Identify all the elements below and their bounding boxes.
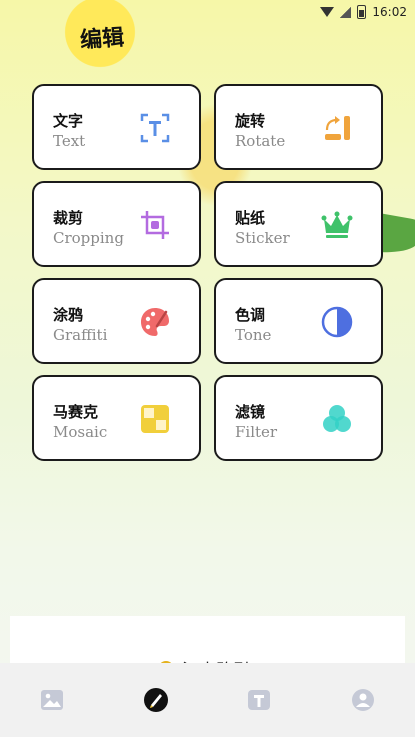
tool-label-en: Text [53,132,86,150]
tool-card-filter[interactable]: 滤镜 Filter [214,375,383,461]
tool-card-tone[interactable]: 色调 Tone [214,278,383,364]
tool-label-en: Mosaic [53,423,108,441]
tool-label-en: Sticker [235,229,290,247]
tool-label-cn: 文字 [53,112,84,130]
tool-card-text[interactable]: 文字 Text [32,84,201,170]
image-icon [40,690,63,710]
brush-icon [143,688,168,712]
text-icon [140,113,170,143]
tool-label-cn: 裁剪 [53,209,84,227]
tab-bar [0,663,415,737]
tab-edit[interactable] [136,680,176,720]
tool-label-cn: 涂鸦 [53,306,84,324]
filter-icon [323,405,351,432]
tool-label-en: Rotate [235,132,286,150]
palette-icon [141,308,169,336]
tool-label-en: Cropping [53,229,124,247]
battery-icon [357,5,367,19]
title-sub: 编辑 [79,25,126,54]
tool-label-en: Tone [235,326,272,344]
tool-card-sticker[interactable]: 贴纸 Sticker [214,181,383,267]
text-box-icon [248,690,271,710]
crop-icon [141,211,169,239]
tool-card-mosaic[interactable]: 马赛克 Mosaic [32,375,201,461]
tool-label-cn: 色调 [235,306,266,324]
tool-card-graffiti[interactable]: 涂鸦 Graffiti [32,278,201,364]
tool-card-crop[interactable]: 裁剪 Cropping [32,181,201,267]
tool-label-en: Filter [235,423,278,441]
tone-icon [321,306,353,338]
tool-label-cn: 马赛克 [53,403,99,421]
tab-text[interactable] [239,680,279,720]
rotate-icon [325,116,350,140]
status-time: 16:02 [372,5,407,19]
tool-card-rotate[interactable]: 旋转 Rotate [214,84,383,170]
tab-gallery[interactable] [32,680,72,720]
tool-label-cn: 贴纸 [235,209,266,227]
tab-profile[interactable] [343,680,383,720]
signal-icon [340,6,352,18]
mosaic-icon [141,405,169,433]
crown-icon [321,211,353,238]
status-bar: 16:02 [320,4,407,20]
tool-grid: 文字 Text 旋转 Rotate 裁剪 Cropping 贴纸 Sticker [32,84,383,461]
tool-label-en: Graffiti [53,326,108,344]
page-title: 编辑 [42,0,152,60]
tool-label-cn: 滤镜 [235,403,266,421]
person-icon [352,689,375,711]
wifi-icon [320,7,335,17]
tool-label-cn: 旋转 [235,112,266,130]
